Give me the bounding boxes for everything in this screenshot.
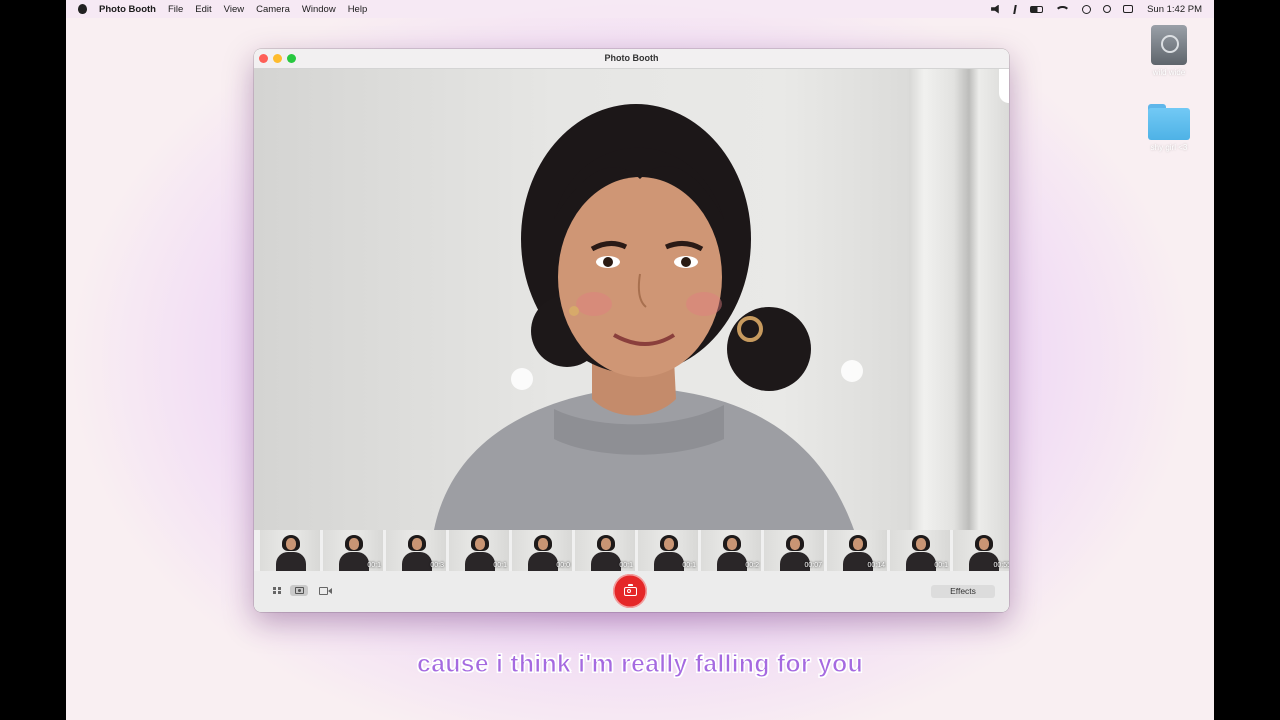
window-title: Photo Booth <box>604 53 659 63</box>
filmstrip-thumbnail[interactable]: 00:1 <box>449 530 509 571</box>
filmstrip: 00:1 00:3 00:1 00:0 00:1 00:1 00:2 00:07 00:14 00… <box>254 530 1009 571</box>
menu-help[interactable]: Help <box>348 4 368 15</box>
effects-button[interactable]: Effects <box>931 585 995 598</box>
thumbnail-duration: 00:1 <box>934 562 948 569</box>
desktop-item-label: shy girl <3 <box>1150 143 1188 152</box>
filmstrip-thumbnail[interactable]: 00:1 <box>890 530 950 571</box>
menu-window[interactable]: Window <box>302 4 336 15</box>
control-center-icon[interactable] <box>1123 5 1134 13</box>
grid-icon <box>273 587 281 594</box>
menu-view[interactable]: View <box>224 4 244 15</box>
photo-booth-window: Photo Booth 00:1 00:3 00:1 00:0 00:1 00:… <box>254 49 1009 612</box>
menu-clock[interactable]: Sun 1:42 PM <box>1147 4 1202 15</box>
four-photo-mode-button[interactable] <box>270 585 284 596</box>
spotlight-search-icon[interactable] <box>1103 5 1112 13</box>
filmstrip-thumbnail[interactable]: 00:55 <box>953 530 1009 571</box>
desktop-item-shy-girl[interactable]: shy girl <3 <box>1134 104 1204 152</box>
camera-preview <box>254 69 1009 530</box>
desktop-item-wild-wide[interactable]: wild wide <box>1134 25 1204 77</box>
user-account-icon[interactable] <box>1082 4 1092 14</box>
volume-icon[interactable] <box>991 4 999 14</box>
thumbnail-duration: 00:55 <box>993 562 1009 569</box>
thumbnail-duration: 00:1 <box>682 562 696 569</box>
filmstrip-thumbnail[interactable]: 00:1 <box>323 530 383 571</box>
apple-menu-icon[interactable] <box>78 4 87 14</box>
filmstrip-thumbnail[interactable]: 00:2 <box>701 530 761 571</box>
video-caption: cause i think i'm really falling for you <box>416 650 863 679</box>
hard-drive-icon <box>1151 25 1187 65</box>
thumbnail-duration: 00:14 <box>867 562 885 569</box>
menu-file[interactable]: File <box>168 4 183 15</box>
thumbnail-duration: 00:2 <box>745 562 759 569</box>
thumbnail-duration: 00:1 <box>619 562 633 569</box>
single-photo-mode-button[interactable] <box>290 585 308 596</box>
thumbnail-duration: 00:0 <box>556 562 570 569</box>
filmstrip-thumbnail[interactable]: 00:0 <box>512 530 572 571</box>
folder-icon <box>1148 104 1190 140</box>
thumbnail-duration: 00:07 <box>804 562 822 569</box>
filmstrip-thumbnail[interactable]: 00:1 <box>575 530 635 571</box>
video-mode-button[interactable] <box>316 585 332 596</box>
filmstrip-thumbnail[interactable]: 00:3 <box>386 530 446 571</box>
video-camera-icon <box>318 586 332 595</box>
preview-scroll-handle[interactable] <box>999 69 1009 103</box>
wifi-icon[interactable] <box>1055 5 1071 13</box>
desktop-item-label: wild wide <box>1152 68 1186 77</box>
thumbnail-duration: 00:1 <box>367 562 381 569</box>
camera-icon <box>623 583 637 596</box>
filmstrip-thumbnail[interactable]: 00:07 <box>764 530 824 571</box>
person-in-preview <box>434 104 863 530</box>
menu-edit[interactable]: Edit <box>195 4 211 15</box>
battery-icon[interactable] <box>1030 5 1044 13</box>
bluetooth-icon[interactable] <box>1013 4 1019 14</box>
thumbnail-duration: 00:1 <box>493 562 507 569</box>
thumbnail-duration: 00:3 <box>430 562 444 569</box>
take-photo-button[interactable] <box>613 574 647 608</box>
menu-app-name[interactable]: Photo Booth <box>99 4 156 15</box>
filmstrip-thumbnail[interactable]: 00:14 <box>827 530 887 571</box>
photo-icon <box>294 587 304 594</box>
filmstrip-thumbnail[interactable] <box>260 530 320 571</box>
filmstrip-thumbnail[interactable]: 00:1 <box>638 530 698 571</box>
desktop: Photo Booth File Edit View Camera Window… <box>66 0 1214 720</box>
menu-camera[interactable]: Camera <box>256 4 290 15</box>
menu-bar: Photo Booth File Edit View Camera Window… <box>66 0 1214 18</box>
bottom-toolbar: Effects <box>254 571 1009 612</box>
window-titlebar[interactable]: Photo Booth <box>254 49 1009 69</box>
